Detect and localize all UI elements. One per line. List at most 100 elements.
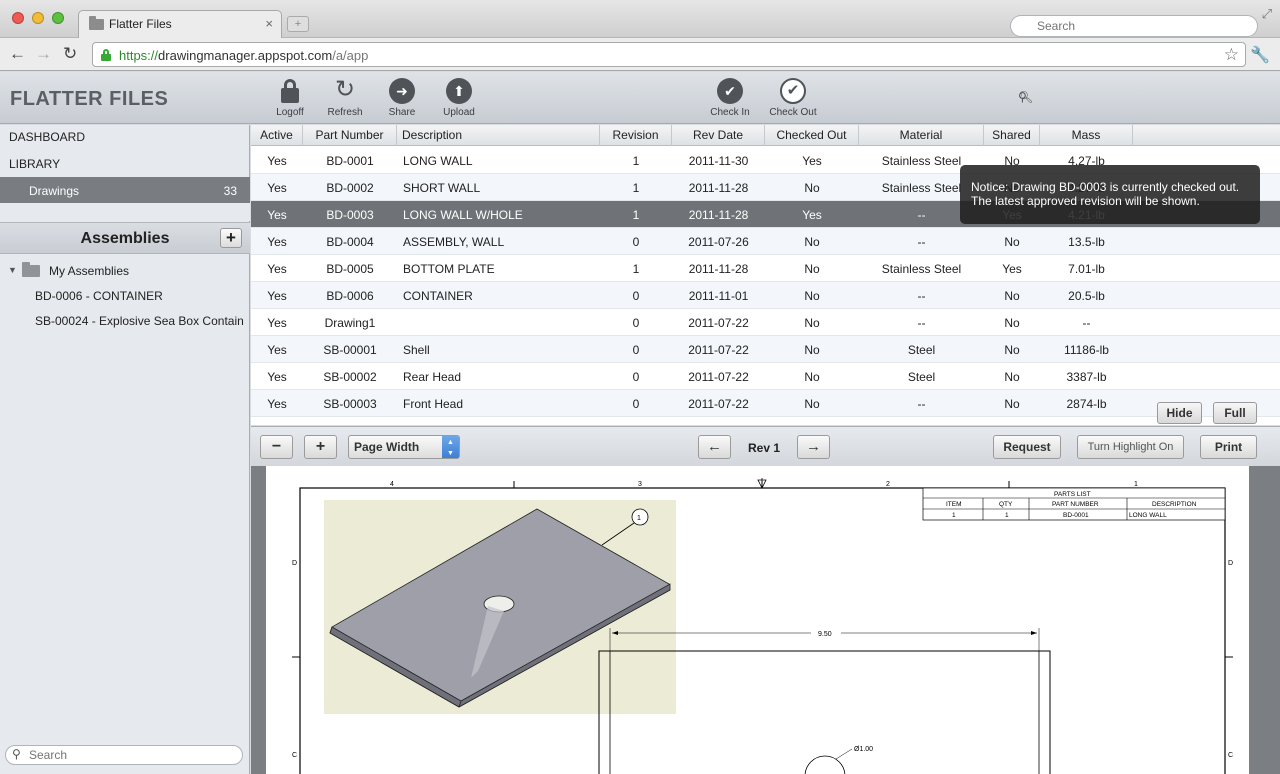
upload-button[interactable]: ⬆ Upload bbox=[435, 78, 483, 118]
cell-revision: 1 bbox=[632, 262, 640, 276]
drawings-count-badge: 33 bbox=[223, 184, 237, 198]
check-out-button[interactable]: ✔ Check Out bbox=[767, 78, 819, 118]
column-header-mass[interactable]: Mass bbox=[1040, 125, 1133, 146]
logoff-label: Logoff bbox=[276, 107, 304, 118]
cell-description: Front Head bbox=[403, 397, 464, 411]
column-header-checked-out[interactable]: Checked Out bbox=[765, 125, 859, 146]
viewer-toolbar: − + Page Width ▲ ▼ ← Rev 1 → Request Turn… bbox=[251, 426, 1280, 466]
zoom-mode-select[interactable]: Page Width ▲ ▼ bbox=[348, 435, 460, 459]
column-header-active[interactable]: Active bbox=[251, 125, 303, 146]
reload-icon[interactable]: ↻ bbox=[63, 44, 77, 64]
cell-rev-date: 2011-07-22 bbox=[688, 343, 749, 357]
refresh-icon: ↻ bbox=[334, 76, 356, 103]
sidebar-spacer bbox=[0, 203, 250, 221]
cell-part-number: SB-00002 bbox=[323, 370, 377, 384]
column-header-revision[interactable]: Revision bbox=[600, 125, 672, 146]
table-row[interactable]: Yes SB-00002 Rear Head 0 2011-07-22 No Steel No… bbox=[251, 363, 1280, 390]
dimension-arrow bbox=[1031, 631, 1037, 635]
column-header-rev-date[interactable]: Rev Date bbox=[672, 125, 765, 146]
drawing-sheet[interactable]: 4 3 2 1 D D C C 1 PARTS LIST ITEM QTY PA… bbox=[266, 466, 1249, 774]
request-button[interactable]: Request bbox=[993, 435, 1061, 459]
zoom-out-button[interactable]: − bbox=[260, 435, 293, 459]
parts-list-header: PART NUMBER bbox=[1052, 501, 1099, 508]
zoom-in-button[interactable]: + bbox=[304, 435, 337, 459]
full-button[interactable]: Full bbox=[1213, 402, 1257, 424]
forward-arrow-icon[interactable]: → bbox=[35, 44, 52, 64]
table-row[interactable]: Yes SB-00003 Front Head 0 2011-07-22 No -- No 28… bbox=[251, 390, 1280, 417]
cell-part-number: SB-00001 bbox=[323, 343, 377, 357]
fullscreen-icon[interactable]: ⤢ bbox=[1262, 6, 1272, 22]
wrench-icon[interactable]: 🔧 bbox=[1250, 45, 1270, 65]
cell-revision: 0 bbox=[632, 289, 640, 303]
disclosure-triangle-icon[interactable]: ▼ bbox=[8, 265, 17, 275]
column-header-material[interactable]: Material bbox=[859, 125, 984, 146]
window-minimize-button[interactable] bbox=[32, 12, 44, 24]
next-revision-button[interactable]: → bbox=[797, 435, 830, 459]
parts-list-header: ITEM bbox=[946, 501, 962, 508]
table-row[interactable]: Yes BD-0005 BOTTOM PLATE 1 2011-11-28 No Stain… bbox=[251, 255, 1280, 282]
cell-active: Yes bbox=[267, 397, 287, 411]
sidebar-item-drawings[interactable]: Drawings 33 bbox=[0, 177, 250, 203]
address-bar[interactable]: https://drawingmanager.appspot.com/a/app… bbox=[92, 42, 1246, 67]
cell-checked-out: No bbox=[804, 370, 820, 384]
bookmark-star-icon[interactable]: ☆ bbox=[1224, 45, 1239, 65]
previous-revision-button[interactable]: ← bbox=[698, 435, 731, 459]
tree-item[interactable]: BD-0006 - CONTAINER bbox=[35, 289, 250, 303]
tree-item[interactable]: SB-00024 - Explosive Sea Box Contain bbox=[35, 314, 250, 328]
column-header-shared[interactable]: Shared bbox=[984, 125, 1040, 146]
table-row[interactable]: Yes Drawing1 0 2011-07-22 No -- No -- bbox=[251, 309, 1280, 336]
padlock-icon bbox=[280, 78, 300, 104]
new-tab-button[interactable]: + bbox=[287, 16, 309, 32]
drawing-viewer[interactable]: 4 3 2 1 D D C C 1 PARTS LIST ITEM QTY PA… bbox=[251, 466, 1280, 774]
cell-active: Yes bbox=[267, 343, 287, 357]
cell-mass: 7.01-lb bbox=[1068, 262, 1105, 276]
cell-rev-date: 2011-07-22 bbox=[688, 397, 749, 411]
window-close-button[interactable] bbox=[12, 12, 24, 24]
upload-label: Upload bbox=[443, 107, 475, 118]
url-path: /a/app bbox=[332, 48, 369, 63]
cell-checked-out: No bbox=[804, 289, 820, 303]
add-assembly-button[interactable]: + bbox=[220, 228, 242, 248]
browser-tab[interactable]: Flatter Files × bbox=[78, 10, 282, 38]
share-button[interactable]: ➜ Share bbox=[378, 78, 426, 118]
balloon-number: 1 bbox=[637, 515, 641, 522]
url-scheme: https:// bbox=[119, 48, 159, 63]
sidebar-search-input[interactable] bbox=[5, 745, 243, 765]
cell-description: LONG WALL W/HOLE bbox=[403, 208, 523, 222]
turn-highlight-on-button[interactable]: Turn Highlight On bbox=[1077, 435, 1184, 459]
select-arrows-icon: ▲ ▼ bbox=[442, 436, 459, 458]
drawing-svg: 4 3 2 1 D D C C 1 PARTS LIST ITEM QTY PA… bbox=[292, 478, 1233, 774]
cell-mass: 11186-lb bbox=[1064, 343, 1109, 357]
revision-label: Rev 1 bbox=[748, 441, 781, 455]
cell-description: LONG WALL bbox=[403, 154, 473, 168]
column-header-description[interactable]: Description bbox=[397, 125, 600, 146]
sidebar-item-dashboard[interactable]: DASHBOARD bbox=[9, 130, 85, 144]
tab-close-icon[interactable]: × bbox=[265, 16, 273, 31]
url-text[interactable]: https://drawingmanager.appspot.com/a/app bbox=[119, 48, 368, 63]
hide-button[interactable]: Hide bbox=[1157, 402, 1202, 424]
cell-rev-date: 2011-11-28 bbox=[688, 208, 749, 222]
cell-revision: 1 bbox=[632, 154, 640, 168]
column-header-part-number[interactable]: Part Number bbox=[303, 125, 397, 146]
notice-line-2: The latest approved revision will be sho… bbox=[971, 194, 1200, 208]
window-zoom-button[interactable] bbox=[52, 12, 64, 24]
print-button[interactable]: Print bbox=[1200, 435, 1257, 459]
table-row[interactable]: Yes BD-0004 ASSEMBLY, WALL 0 2011-07-26 No -- N… bbox=[251, 228, 1280, 255]
table-row[interactable]: Yes BD-0006 CONTAINER 0 2011-11-01 No -- No 20.5… bbox=[251, 282, 1280, 309]
cell-shared: Yes bbox=[1002, 262, 1022, 276]
cell-shared: No bbox=[1004, 370, 1020, 384]
refresh-button[interactable]: ↻ Refresh bbox=[321, 76, 369, 119]
back-arrow-icon[interactable]: ← bbox=[9, 44, 26, 64]
sidebar-item-library[interactable]: LIBRARY bbox=[9, 157, 60, 171]
table-row[interactable]: Yes SB-00001 Shell 0 2011-07-22 No Steel No 1118… bbox=[251, 336, 1280, 363]
search-input[interactable] bbox=[1010, 15, 1258, 37]
cell-part-number: BD-0006 bbox=[326, 289, 374, 303]
app-header: FLATTER FILES Logoff ↻ Refresh ➜ Share ⬆… bbox=[0, 72, 1280, 124]
cell-part-number: SB-00003 bbox=[323, 397, 377, 411]
cell-material: Stainless Steel bbox=[881, 262, 962, 276]
check-in-label: Check In bbox=[710, 107, 750, 118]
parts-list-header: QTY bbox=[999, 501, 1013, 508]
cell-checked-out: No bbox=[804, 343, 820, 357]
check-in-button[interactable]: ✔ Check In bbox=[706, 78, 754, 118]
logoff-button[interactable]: Logoff bbox=[266, 78, 314, 118]
